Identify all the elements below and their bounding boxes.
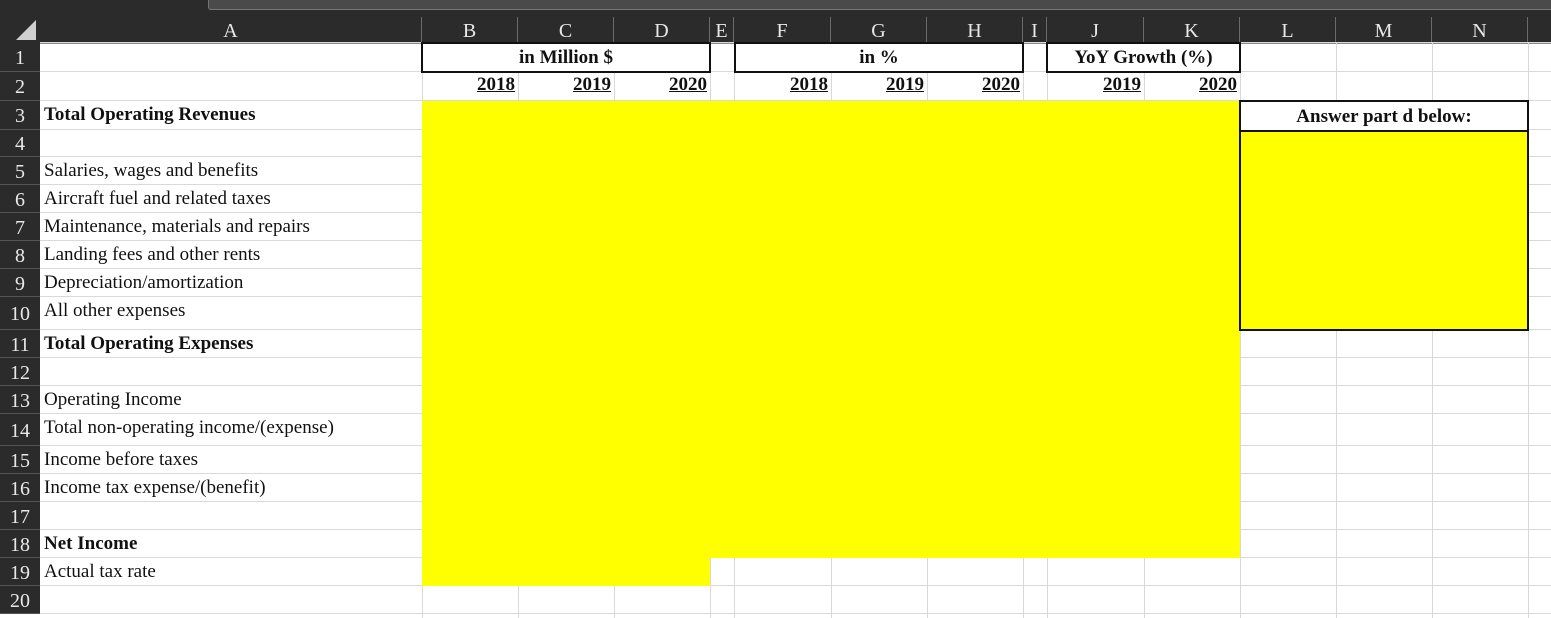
column-header-F[interactable]: F [734, 17, 831, 43]
column-header-C[interactable]: C [518, 17, 614, 43]
formula-bar[interactable] [208, 0, 1551, 10]
answer-input[interactable] [1241, 132, 1527, 329]
label-other-expenses[interactable]: All other expenses [44, 300, 185, 322]
select-all-triangle-icon [16, 20, 36, 40]
column-header-G[interactable]: G [831, 17, 927, 43]
column-header-H[interactable]: H [927, 17, 1023, 43]
label-aircraft-fuel[interactable]: Aircraft fuel and related taxes [44, 188, 271, 210]
label-landing-fees[interactable]: Landing fees and other rents [44, 244, 260, 266]
group-header-yoy[interactable]: YoY Growth (%) [1046, 42, 1241, 73]
label-income-before-taxes[interactable]: Income before taxes [44, 449, 198, 471]
year-header-f2[interactable]: 2018 [734, 74, 828, 96]
answer-title[interactable]: Answer part d below: [1241, 102, 1527, 132]
label-salaries[interactable]: Salaries, wages and benefits [44, 160, 258, 182]
row-header-5[interactable]: 5 [0, 157, 40, 185]
label-operating-income[interactable]: Operating Income [44, 389, 182, 411]
row-header-7[interactable]: 7 [0, 213, 40, 241]
year-header-h2[interactable]: 2020 [927, 74, 1020, 96]
row-header-3[interactable]: 3 [0, 101, 40, 130]
row-header-14[interactable]: 14 [0, 414, 40, 446]
group-header-yoy-label: YoY Growth (%) [1074, 47, 1213, 68]
column-header-B[interactable]: B [422, 17, 518, 43]
gridline-horizontal [40, 585, 1551, 586]
year-header-d2[interactable]: 2020 [614, 74, 707, 96]
answer-box: Answer part d below: [1239, 100, 1529, 331]
input-range-e3-k18[interactable] [710, 101, 1240, 558]
row-header-18[interactable]: 18 [0, 530, 40, 558]
row-header-4[interactable]: 4 [0, 130, 40, 157]
label-actual-tax-rate[interactable]: Actual tax rate [44, 561, 156, 583]
select-all-button[interactable] [0, 17, 40, 43]
row-header-17[interactable]: 17 [0, 502, 40, 530]
year-header-g2[interactable]: 2019 [831, 74, 924, 96]
column-header-J[interactable]: J [1047, 17, 1144, 43]
label-maintenance[interactable]: Maintenance, materials and repairs [44, 216, 310, 238]
column-header-A[interactable]: A [40, 17, 422, 43]
group-header-percent[interactable]: in % [734, 42, 1024, 73]
row-header-1[interactable]: 1 [0, 43, 40, 72]
row-header-8[interactable]: 8 [0, 241, 40, 269]
gridline-horizontal [40, 613, 1551, 614]
label-depreciation[interactable]: Depreciation/amortization [44, 272, 243, 294]
group-header-million[interactable]: in Million $ [421, 42, 711, 73]
label-non-operating[interactable]: Total non-operating income/(expense) [44, 417, 334, 439]
label-total-operating-revenues[interactable]: Total Operating Revenues [44, 104, 255, 126]
column-header-N[interactable]: N [1432, 17, 1528, 43]
row-header-9[interactable]: 9 [0, 269, 40, 297]
row-header-2[interactable]: 2 [0, 72, 40, 101]
row-header-13[interactable]: 13 [0, 386, 40, 414]
row-header-16[interactable]: 16 [0, 474, 40, 502]
label-income-tax[interactable]: Income tax expense/(benefit) [44, 477, 266, 499]
input-range-b3-d19[interactable] [422, 101, 710, 586]
row-header-20[interactable]: 20 [0, 586, 40, 614]
column-header-L[interactable]: L [1240, 17, 1336, 43]
group-header-million-label: in Million $ [519, 47, 613, 68]
year-header-c2[interactable]: 2019 [518, 74, 611, 96]
column-header-D[interactable]: D [614, 17, 710, 43]
year-header-b2[interactable]: 2018 [422, 74, 515, 96]
formula-bar-area [0, 0, 1551, 17]
column-header-E[interactable]: E [710, 17, 734, 43]
label-total-operating-expenses[interactable]: Total Operating Expenses [44, 333, 253, 355]
year-header-k2[interactable]: 2020 [1144, 74, 1237, 96]
label-net-income[interactable]: Net Income [44, 533, 137, 555]
column-header-K[interactable]: K [1144, 17, 1240, 43]
year-header-j2[interactable]: 2019 [1047, 74, 1141, 96]
row-header-19[interactable]: 19 [0, 558, 40, 586]
column-header-M[interactable]: M [1336, 17, 1432, 43]
row-header-10[interactable]: 10 [0, 297, 40, 330]
row-header-11[interactable]: 11 [0, 330, 40, 358]
column-header-bar: A B C D E F G H I J K L M N [40, 17, 1551, 44]
row-header-15[interactable]: 15 [0, 446, 40, 474]
row-header-12[interactable]: 12 [0, 358, 40, 386]
row-header-6[interactable]: 6 [0, 185, 40, 213]
column-header-I[interactable]: I [1023, 17, 1047, 43]
group-header-percent-label: in % [859, 47, 899, 68]
